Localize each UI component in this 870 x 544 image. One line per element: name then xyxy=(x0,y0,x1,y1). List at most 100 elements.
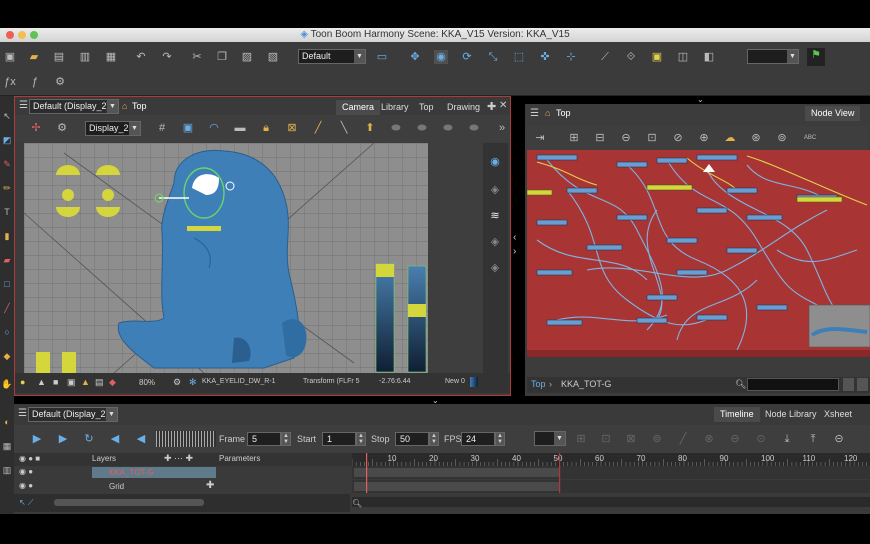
node-e-icon[interactable]: ⊘ xyxy=(671,131,685,145)
toggle-d-icon[interactable]: ⬬ xyxy=(467,121,481,135)
camera-breadcrumb[interactable]: Top xyxy=(132,101,147,111)
abc-icon[interactable]: ABC xyxy=(803,131,817,145)
node-footer-node[interactable]: KKA_TOT-G xyxy=(561,379,611,389)
motion-icon[interactable]: ⊝ xyxy=(832,432,846,446)
view-eye-icon[interactable]: ◉ xyxy=(488,155,502,169)
frame-stepper[interactable]: ▲ ▼ xyxy=(281,432,291,446)
copy-icon[interactable]: ❐ xyxy=(215,50,229,64)
hand-icon[interactable]: ✋ xyxy=(1,378,13,390)
keyframe-g-icon[interactable]: ⊖ xyxy=(728,432,742,446)
function-curve-icon[interactable]: ƒ xyxy=(28,75,42,89)
color-mode-icon[interactable]: ◆ xyxy=(109,377,116,388)
layer-row[interactable]: ◉ ● KKA_TOT-G xyxy=(14,466,350,479)
collapse-left-icon[interactable]: ‹ xyxy=(513,232,516,243)
layer-visibility-icon[interactable]: ◉ ● xyxy=(19,467,33,476)
layer-underlay-icon[interactable]: ◈ xyxy=(488,261,502,275)
draw-tool-icon[interactable]: ╱ xyxy=(311,121,325,135)
remove-keyframe-icon[interactable]: ⤒ xyxy=(806,432,820,446)
camera-display-select[interactable]: Default (Display_2) ▼ xyxy=(29,99,119,114)
text-tool-icon[interactable]: T xyxy=(1,206,13,218)
tab-xsheet[interactable]: Xsheet xyxy=(818,407,858,422)
settings-gear-icon[interactable]: ⚙ xyxy=(53,75,67,89)
more-icon[interactable]: » xyxy=(495,121,509,135)
save-as-icon[interactable]: ▥ xyxy=(78,50,92,64)
node-breadcrumb[interactable]: Top xyxy=(556,108,571,118)
node-search-input[interactable] xyxy=(747,378,839,391)
frame-icon[interactable]: ▣ xyxy=(67,377,76,388)
shape-icon[interactable]: □ xyxy=(1,278,13,290)
keyframe-h-icon[interactable]: ⊙ xyxy=(754,432,768,446)
navigator-thumbnail[interactable] xyxy=(808,304,870,348)
toggle-c-icon[interactable]: ⬬ xyxy=(441,121,455,135)
transform-tool-icon[interactable]: ◉ xyxy=(434,50,448,64)
play-selection-icon[interactable]: ▶ xyxy=(56,432,70,446)
light-table-icon[interactable]: ▥ xyxy=(1,464,13,476)
select-tool-icon[interactable]: ✥ xyxy=(408,50,422,64)
render-view-icon[interactable]: ▬ xyxy=(233,121,247,135)
footer-tools-icon[interactable]: ↖ ⟋ xyxy=(19,498,34,508)
add-param-icon[interactable]: ✚ xyxy=(206,480,214,491)
camera-settings-icon[interactable]: ⚙ xyxy=(55,121,69,135)
scale-tool-icon[interactable]: ⤡ xyxy=(486,50,500,64)
play-icon[interactable]: ▶ xyxy=(30,432,44,446)
start-stepper[interactable]: ▲ ▼ xyxy=(356,432,366,446)
tab-camera[interactable]: Camera xyxy=(336,100,381,115)
pencil-mode-icon[interactable]: ▤ xyxy=(95,377,104,388)
minimize-window-button[interactable] xyxy=(18,31,26,39)
grid-toggle-icon[interactable]: # xyxy=(155,121,169,135)
save-icon[interactable]: ▤ xyxy=(52,50,66,64)
cloud-icon[interactable]: ☁ xyxy=(723,131,737,145)
node-btn-a[interactable] xyxy=(843,378,854,391)
layer-visibility-icon[interactable]: ◉ ● xyxy=(19,481,33,490)
layer-overlay-icon[interactable]: ≋ xyxy=(488,209,502,223)
ellipse-icon[interactable]: ○ xyxy=(1,326,13,338)
kinematic-tool-icon[interactable]: ⟐ xyxy=(624,50,638,64)
layer-name[interactable]: KKA_TOT-G xyxy=(109,468,154,477)
add-layer-icon[interactable]: ✚ ⋯ ✚ xyxy=(164,453,193,464)
workspace-select[interactable]: Default ▼ xyxy=(298,49,366,64)
layer-row[interactable]: ◉ ● Grid ✚ xyxy=(14,480,350,493)
dropper-icon[interactable]: ◆ xyxy=(1,350,13,362)
keyframe-b-icon[interactable]: ⊡ xyxy=(599,432,613,446)
add-keyframe-icon[interactable]: ⤓ xyxy=(780,432,794,446)
workspace-manager-icon[interactable]: ▭ xyxy=(375,50,389,64)
close-window-button[interactable] xyxy=(6,31,14,39)
camera-mask-icon[interactable]: ◠ xyxy=(207,121,221,135)
eraser-icon[interactable]: ▰ xyxy=(1,254,13,266)
node-a-icon[interactable]: ⊞ xyxy=(567,131,581,145)
pencil-icon[interactable]: ✏ xyxy=(1,182,13,194)
cut-icon[interactable]: ✂ xyxy=(190,50,204,64)
sound-icon[interactable]: ◀ xyxy=(108,432,122,446)
paste-icon[interactable]: ▨ xyxy=(240,50,254,64)
visibility-all-icon[interactable]: ◉ ● ■ xyxy=(19,454,40,463)
redo-icon[interactable]: ↷ xyxy=(160,50,174,64)
open-scene-icon[interactable]: ▰ xyxy=(27,50,41,64)
keyframe-e-icon[interactable]: ╱ xyxy=(676,432,690,446)
zoom-window-button[interactable] xyxy=(30,31,38,39)
node-h-icon[interactable]: ⊚ xyxy=(775,131,789,145)
new-scene-icon[interactable]: ▣ xyxy=(3,50,17,64)
fps-field[interactable]: 24 xyxy=(461,432,495,446)
timeline-dropdown[interactable]: ▼ xyxy=(534,431,566,446)
maintain-size-icon[interactable]: ✜ xyxy=(538,50,552,64)
fps-stepper[interactable]: ▲ ▼ xyxy=(495,432,505,446)
tab-node-view[interactable]: Node View xyxy=(805,106,861,121)
layer-name[interactable]: Grid xyxy=(109,482,124,491)
keyframe-f-icon[interactable]: ⊗ xyxy=(702,432,716,446)
toolbar-dropdown[interactable]: ▼ xyxy=(747,49,799,64)
start-field[interactable]: 1 xyxy=(322,432,356,446)
deform-tool-icon[interactable]: ◧ xyxy=(702,50,716,64)
node-c-icon[interactable]: ⊖ xyxy=(619,131,633,145)
node-footer-path[interactable]: Top xyxy=(531,379,546,389)
menu-icon[interactable]: ☰ xyxy=(19,100,28,111)
bone-tool-icon[interactable]: ⟋ xyxy=(598,50,612,64)
node-g-icon[interactable]: ⊛ xyxy=(749,131,763,145)
sound-scrub-icon[interactable]: ◀ xyxy=(134,432,148,446)
animate-mode-icon[interactable]: ✢ xyxy=(29,121,43,135)
contour-icon[interactable]: ◩ xyxy=(1,134,13,146)
lock-icon[interactable]: 🔒︎ xyxy=(259,121,273,135)
function-icon[interactable]: ƒx xyxy=(3,75,17,89)
morph-tool-icon[interactable]: ◫ xyxy=(676,50,690,64)
undo-icon[interactable]: ↶ xyxy=(134,50,148,64)
frame-field[interactable]: 5 xyxy=(247,432,281,446)
